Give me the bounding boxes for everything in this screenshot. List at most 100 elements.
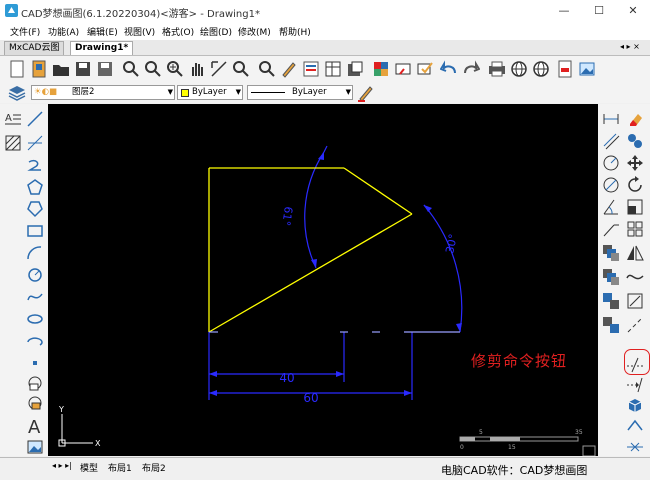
rotate-icon[interactable] bbox=[626, 176, 644, 194]
export-image-icon[interactable] bbox=[578, 60, 596, 78]
scale-label: 5 bbox=[479, 429, 483, 436]
leader-icon[interactable] bbox=[602, 220, 620, 238]
spline-icon[interactable] bbox=[26, 288, 44, 306]
zoom-extents-icon[interactable] bbox=[210, 60, 228, 78]
group-icon[interactable] bbox=[602, 292, 620, 310]
properties-icon[interactable] bbox=[302, 60, 320, 78]
web-globe-icon[interactable] bbox=[510, 60, 528, 78]
menu-view[interactable]: 视图(V) bbox=[124, 25, 155, 38]
color-select[interactable]: ByLayer ▼ bbox=[177, 85, 243, 100]
menu-bar: 文件(F) 功能(A) 编辑(E) 视图(V) 格式(O) 绘图(D) 修改(M… bbox=[0, 22, 650, 40]
multiline-text-icon[interactable]: A bbox=[4, 110, 22, 128]
zoom-realtime-icon[interactable] bbox=[144, 60, 162, 78]
pentagon-icon[interactable] bbox=[26, 200, 44, 218]
extend-icon[interactable] bbox=[626, 376, 644, 394]
copy-icon[interactable] bbox=[626, 132, 644, 150]
redo-icon[interactable] bbox=[462, 60, 480, 78]
title-bar: CAD梦想画图(6.1.20220304)<游客> - Drawing1* — … bbox=[0, 0, 650, 22]
tab-layout2[interactable]: 布局2 bbox=[142, 461, 166, 474]
zoom-window-icon[interactable] bbox=[122, 60, 140, 78]
make-block-icon[interactable] bbox=[26, 394, 44, 412]
maximize-button[interactable]: ☐ bbox=[587, 3, 611, 19]
drawing-canvas[interactable]: 40 60 61° 30° Y X 0 5 15 35 bbox=[48, 104, 598, 456]
save-as-icon[interactable] bbox=[96, 60, 114, 78]
zoom-in-icon[interactable] bbox=[166, 60, 184, 78]
ellipse-icon[interactable] bbox=[26, 310, 44, 328]
menu-file[interactable]: 文件(F) bbox=[10, 25, 40, 38]
layer-select[interactable]: ☀◐■ 图层2 ▼ bbox=[31, 85, 175, 100]
stretch-icon[interactable] bbox=[626, 292, 644, 310]
dimensions bbox=[208, 145, 463, 400]
insert-block-icon[interactable] bbox=[26, 374, 44, 392]
linetype-select[interactable]: ByLayer ▼ bbox=[247, 85, 353, 100]
new-file-icon[interactable] bbox=[8, 60, 26, 78]
layout-tab-nav[interactable]: ◂ ▸ ▸| bbox=[52, 461, 72, 470]
layer-stack-icon[interactable] bbox=[602, 268, 620, 286]
array-icon[interactable] bbox=[626, 220, 644, 238]
stack-icon[interactable] bbox=[602, 244, 620, 262]
export-pdf-icon[interactable] bbox=[556, 60, 574, 78]
explode-icon[interactable] bbox=[626, 438, 644, 456]
undo-icon[interactable] bbox=[440, 60, 458, 78]
layer-manager-icon[interactable] bbox=[8, 84, 26, 102]
aligned-dimension-icon[interactable] bbox=[602, 132, 620, 150]
move-icon[interactable] bbox=[626, 154, 644, 172]
print-icon[interactable] bbox=[488, 60, 506, 78]
line-icon[interactable] bbox=[26, 110, 44, 128]
tab-drawing1[interactable]: Drawing1* bbox=[70, 41, 134, 55]
circle-icon[interactable] bbox=[26, 266, 44, 284]
hatch-icon[interactable] bbox=[4, 134, 22, 152]
check-icon[interactable] bbox=[416, 60, 434, 78]
open-template-icon[interactable] bbox=[30, 60, 48, 78]
pencil-edit-icon[interactable] bbox=[280, 60, 298, 78]
angular-dimension-icon[interactable] bbox=[602, 198, 620, 216]
tab-layout1[interactable]: 布局1 bbox=[108, 461, 132, 474]
open-folder-icon[interactable] bbox=[52, 60, 70, 78]
palette-icon[interactable] bbox=[372, 60, 390, 78]
table-icon[interactable] bbox=[324, 60, 342, 78]
image-icon[interactable] bbox=[26, 438, 44, 456]
tab-mxcad-cloud[interactable]: MxCAD云图 bbox=[4, 41, 65, 55]
radius-dimension-icon[interactable] bbox=[602, 154, 620, 172]
document-tab-bar: MxCAD云图 Drawing1* ◂ ▸ × bbox=[0, 40, 650, 56]
save-icon[interactable] bbox=[74, 60, 92, 78]
pan-hand-icon[interactable] bbox=[188, 60, 206, 78]
menu-modify[interactable]: 修改(M) bbox=[238, 25, 271, 38]
undo-zoom-icon[interactable] bbox=[258, 60, 276, 78]
match-properties-icon[interactable] bbox=[357, 84, 375, 102]
menu-function[interactable]: 功能(A) bbox=[48, 25, 79, 38]
linetype-line-icon bbox=[251, 92, 285, 93]
construction-line-icon[interactable] bbox=[26, 134, 44, 152]
join-icon[interactable] bbox=[626, 416, 644, 434]
menu-help[interactable]: 帮助(H) bbox=[279, 25, 311, 38]
minimize-button[interactable]: — bbox=[552, 3, 576, 19]
arrowhead bbox=[318, 152, 324, 160]
menu-draw[interactable]: 绘图(D) bbox=[200, 25, 232, 38]
wave-icon[interactable] bbox=[626, 268, 644, 286]
menu-edit[interactable]: 编辑(E) bbox=[87, 25, 118, 38]
online-globe-icon[interactable] bbox=[532, 60, 550, 78]
arc-icon[interactable] bbox=[26, 244, 44, 262]
zoom-previous-icon[interactable] bbox=[232, 60, 250, 78]
block-icon[interactable] bbox=[346, 60, 364, 78]
ellipse-arc-icon[interactable] bbox=[26, 332, 44, 350]
scale-icon[interactable] bbox=[626, 198, 644, 216]
measure-icon[interactable] bbox=[394, 60, 412, 78]
dim-text-40: 40 bbox=[279, 371, 294, 385]
tab-scroll-controls[interactable]: ◂ ▸ × bbox=[620, 42, 640, 51]
menu-format[interactable]: 格式(O) bbox=[162, 25, 194, 38]
close-button[interactable]: ✕ bbox=[621, 3, 645, 19]
eraser-icon[interactable] bbox=[626, 110, 644, 128]
point-icon[interactable] bbox=[26, 354, 44, 372]
tab-model[interactable]: 模型 bbox=[80, 461, 98, 474]
break-icon[interactable] bbox=[626, 316, 644, 334]
rectangle-icon[interactable] bbox=[26, 222, 44, 240]
box-3d-icon[interactable] bbox=[626, 396, 644, 414]
polyline-icon[interactable] bbox=[26, 156, 44, 174]
ungroup-icon[interactable] bbox=[602, 316, 620, 334]
linear-dimension-icon[interactable] bbox=[602, 110, 620, 128]
diameter-dimension-icon[interactable] bbox=[602, 176, 620, 194]
polygon-icon[interactable] bbox=[26, 178, 44, 196]
mirror-icon[interactable] bbox=[626, 244, 644, 262]
text-icon[interactable]: A bbox=[26, 416, 44, 434]
